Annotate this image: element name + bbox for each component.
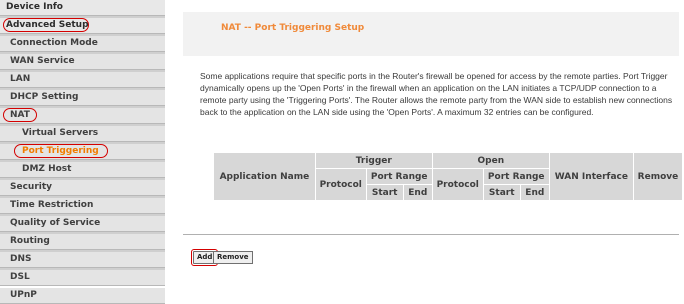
sidebar-item-advanced-setup[interactable]: Advanced Setup <box>0 18 165 34</box>
sidebar-item-label: Advanced Setup <box>6 20 89 30</box>
sidebar-item-connection-mode[interactable]: Connection Mode <box>0 36 165 52</box>
col-wan-interface: WAN Interface <box>549 153 633 200</box>
col-trigger-protocol: Protocol <box>315 169 366 200</box>
sidebar-item-label: WAN Service <box>10 56 75 66</box>
sidebar-item-dns[interactable]: DNS <box>0 252 165 268</box>
port-triggering-table: Application Name Trigger Open WAN Interf… <box>213 152 683 201</box>
sidebar-item-label: LAN <box>10 74 31 84</box>
sidebar-item-routing[interactable]: Routing <box>0 234 165 250</box>
sidebar-item-label: Port Triggering <box>22 146 99 156</box>
sidebar-item-nat[interactable]: NAT <box>0 108 165 124</box>
sidebar-item-label: NAT <box>10 110 30 120</box>
sidebar-item-label: Routing <box>10 236 50 246</box>
sidebar-item-lan[interactable]: LAN <box>0 72 165 88</box>
sidebar-item-virtual-servers[interactable]: Virtual Servers <box>0 126 165 142</box>
col-open-end: End <box>520 185 549 200</box>
sidebar-item-label: DMZ Host <box>22 164 72 174</box>
page-title: NAT -- Port Triggering Setup <box>221 23 365 33</box>
remove-button[interactable]: Remove <box>213 251 253 264</box>
sidebar-item-time-restriction[interactable]: Time Restriction <box>0 198 165 214</box>
sidebar-item-label: DSL <box>10 272 30 282</box>
col-trigger-end: End <box>403 185 432 200</box>
sidebar-item-device-info[interactable]: Device Info <box>0 0 165 16</box>
section-divider <box>183 234 679 235</box>
page-description: Some applications require that specific … <box>200 71 673 117</box>
sidebar-item-wan-service[interactable]: WAN Service <box>0 54 165 70</box>
sidebar-item-label: Connection Mode <box>10 38 98 48</box>
col-remove: Remove <box>633 153 682 200</box>
sidebar-item-label: UPnP <box>10 290 37 300</box>
sidebar-item-upnp[interactable]: UPnP <box>0 288 165 304</box>
sidebar-item-label: Virtual Servers <box>22 128 99 138</box>
sidebar-item-security[interactable]: Security <box>0 180 165 196</box>
sidebar-item-dmz-host[interactable]: DMZ Host <box>0 162 165 178</box>
sidebar-nav: Device Info Advanced Setup Connection Mo… <box>0 0 165 304</box>
sidebar-item-dsl[interactable]: DSL <box>0 270 165 286</box>
sidebar-item-label: Device Info <box>6 2 63 12</box>
main-content: NAT -- Port Triggering Setup Some applic… <box>183 0 684 280</box>
sidebar-item-label: Time Restriction <box>10 200 94 210</box>
col-open: Open <box>432 153 549 168</box>
sidebar-item-dhcp-setting[interactable]: DHCP Setting <box>0 90 165 106</box>
col-trigger-port-range: Port Range <box>366 169 432 184</box>
col-trigger-start: Start <box>366 185 403 200</box>
col-application-name: Application Name <box>214 153 315 200</box>
col-open-protocol: Protocol <box>432 169 483 200</box>
col-trigger: Trigger <box>315 153 432 168</box>
sidebar-item-label: DHCP Setting <box>10 92 79 102</box>
col-open-start: Start <box>483 185 520 200</box>
sidebar-item-label: DNS <box>10 254 32 264</box>
sidebar-item-quality-of-service[interactable]: Quality of Service <box>0 216 165 232</box>
sidebar-item-port-triggering[interactable]: Port Triggering <box>0 144 165 160</box>
sidebar-item-label: Quality of Service <box>10 218 101 228</box>
sidebar-item-label: Security <box>10 182 53 192</box>
page-title-bar: NAT -- Port Triggering Setup <box>183 12 679 56</box>
col-open-port-range: Port Range <box>483 169 549 184</box>
